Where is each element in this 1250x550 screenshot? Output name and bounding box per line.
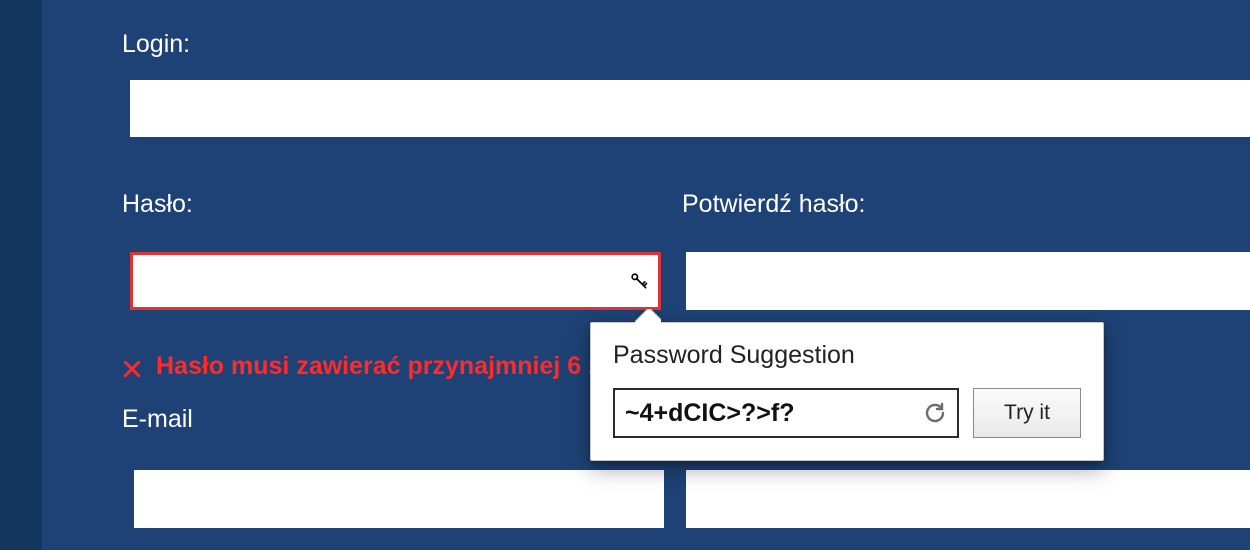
confirm-password-input[interactable] — [686, 252, 1250, 310]
left-strip — [0, 0, 42, 550]
login-input[interactable] — [130, 80, 1250, 137]
popover-title: Password Suggestion — [613, 341, 1081, 370]
email-label: E-mail — [122, 405, 193, 434]
password-field-wrapper — [130, 252, 661, 310]
password-input[interactable] — [130, 252, 661, 310]
try-it-button[interactable]: Try it — [973, 388, 1081, 438]
refresh-icon[interactable] — [923, 401, 947, 425]
registration-form: Login: Hasło: Potwierdź hasło: Hasło mus… — [42, 0, 1250, 550]
login-label: Login: — [122, 30, 190, 59]
password-suggestion-popover: Password Suggestion ~4+dCIC>?>f? Try it — [590, 322, 1104, 461]
error-x-icon — [122, 357, 142, 377]
popover-caret — [635, 309, 661, 323]
password-error-message: Hasło musi zawierać przynajmniej 6 zn — [122, 352, 616, 381]
error-text: Hasło musi zawierać przynajmniej 6 zn — [156, 352, 616, 381]
email-input[interactable] — [134, 470, 664, 528]
suggested-password-box: ~4+dCIC>?>f? — [613, 388, 959, 438]
suggested-password-text: ~4+dCIC>?>f? — [625, 399, 923, 428]
email-confirm-input[interactable] — [686, 470, 1250, 528]
popover-row: ~4+dCIC>?>f? Try it — [613, 388, 1081, 438]
key-icon[interactable] — [629, 271, 649, 291]
password-label: Hasło: — [122, 190, 193, 219]
confirm-password-label: Potwierdź hasło: — [682, 190, 865, 219]
